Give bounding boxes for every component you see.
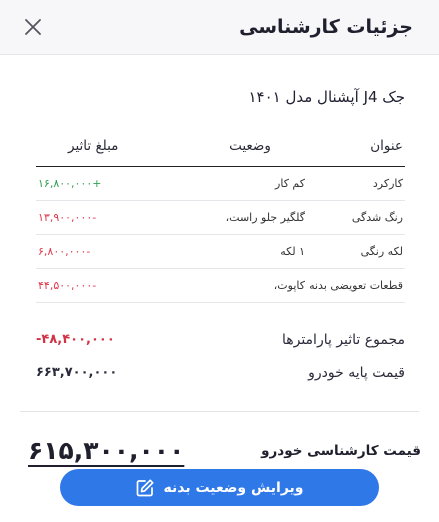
row-title: لکه رنگی xyxy=(307,234,405,269)
params-impact-row: مجموع تاثیر پارامترها -۴۸,۴۰۰,۰۰۰ xyxy=(36,323,405,356)
table-row: کارکرد کم کار +۱۶,۸۰۰,۰۰۰ xyxy=(36,166,405,201)
column-header-title: عنوان xyxy=(307,138,405,167)
row-status: ۱ لکه xyxy=(193,234,307,269)
close-icon xyxy=(25,19,41,35)
final-price-value: ۶۱۵,۳۰۰,۰۰۰ xyxy=(28,436,185,465)
table-row: رنگ شدگی گلگیر جلو راست، -۱۳,۹۰۰,۰۰۰ xyxy=(36,200,405,235)
modal-header: جزئیات کارشناسی xyxy=(0,0,439,55)
table-row: لکه رنگی ۱ لکه -۶,۸۰۰,۰۰۰ xyxy=(36,234,405,269)
summary-section: مجموع تاثیر پارامترها -۴۸,۴۰۰,۰۰۰ قیمت پ… xyxy=(36,323,405,389)
expert-details-modal: جزئیات کارشناسی جک J4 آپشنال مدل ۱۴۰۱ عن… xyxy=(0,0,439,522)
row-status: کاپوت، xyxy=(193,268,307,303)
row-amount: -۴۴,۵۰۰,۰۰۰ xyxy=(36,268,193,303)
close-button[interactable] xyxy=(20,14,46,40)
row-amount: -۶,۸۰۰,۰۰۰ xyxy=(36,234,193,269)
base-price-label: قیمت پایه خودرو xyxy=(308,364,405,381)
row-title: قطعات تعویضی بدنه xyxy=(307,268,405,303)
params-impact-label: مجموع تاثیر پارامترها xyxy=(281,331,405,348)
row-amount: +۱۶,۸۰۰,۰۰۰ xyxy=(36,166,193,201)
column-header-status: وضعیت xyxy=(193,138,307,167)
edit-body-status-button[interactable]: ویرایش وضعیت بدنه xyxy=(60,469,379,506)
row-amount: -۱۳,۹۰۰,۰۰۰ xyxy=(36,200,193,235)
params-impact-value: -۴۸,۴۰۰,۰۰۰ xyxy=(36,332,115,347)
table-row: قطعات تعویضی بدنه کاپوت، -۴۴,۵۰۰,۰۰۰ xyxy=(36,268,405,303)
base-price-value: ۶۶۳,۷۰۰,۰۰۰ xyxy=(36,365,118,380)
modal-title: جزئیات کارشناسی xyxy=(239,16,413,38)
final-price-row: قیمت کارشناسی خودرو ۶۱۵,۳۰۰,۰۰۰ xyxy=(0,436,439,465)
modal-content: جک J4 آپشنال مدل ۱۴۰۱ عنوان وضعیت مبلغ ت… xyxy=(0,88,439,389)
impact-table: عنوان وضعیت مبلغ تاثیر کارکرد کم کار +۱۶… xyxy=(36,138,405,303)
divider xyxy=(20,411,419,412)
final-price-label: قیمت کارشناسی خودرو xyxy=(261,442,421,459)
pencil-square-icon xyxy=(135,478,155,498)
row-status: کم کار xyxy=(193,166,307,201)
column-header-amount: مبلغ تاثیر xyxy=(36,138,193,167)
table-header-row: عنوان وضعیت مبلغ تاثیر xyxy=(36,138,405,167)
edit-button-label: ویرایش وضعیت بدنه xyxy=(163,479,304,496)
base-price-row: قیمت پایه خودرو ۶۶۳,۷۰۰,۰۰۰ xyxy=(36,356,405,389)
row-title: کارکرد xyxy=(307,166,405,201)
row-title: رنگ شدگی xyxy=(307,200,405,235)
car-name: جک J4 آپشنال مدل ۱۴۰۱ xyxy=(248,88,405,106)
row-status: گلگیر جلو راست، xyxy=(193,200,307,235)
